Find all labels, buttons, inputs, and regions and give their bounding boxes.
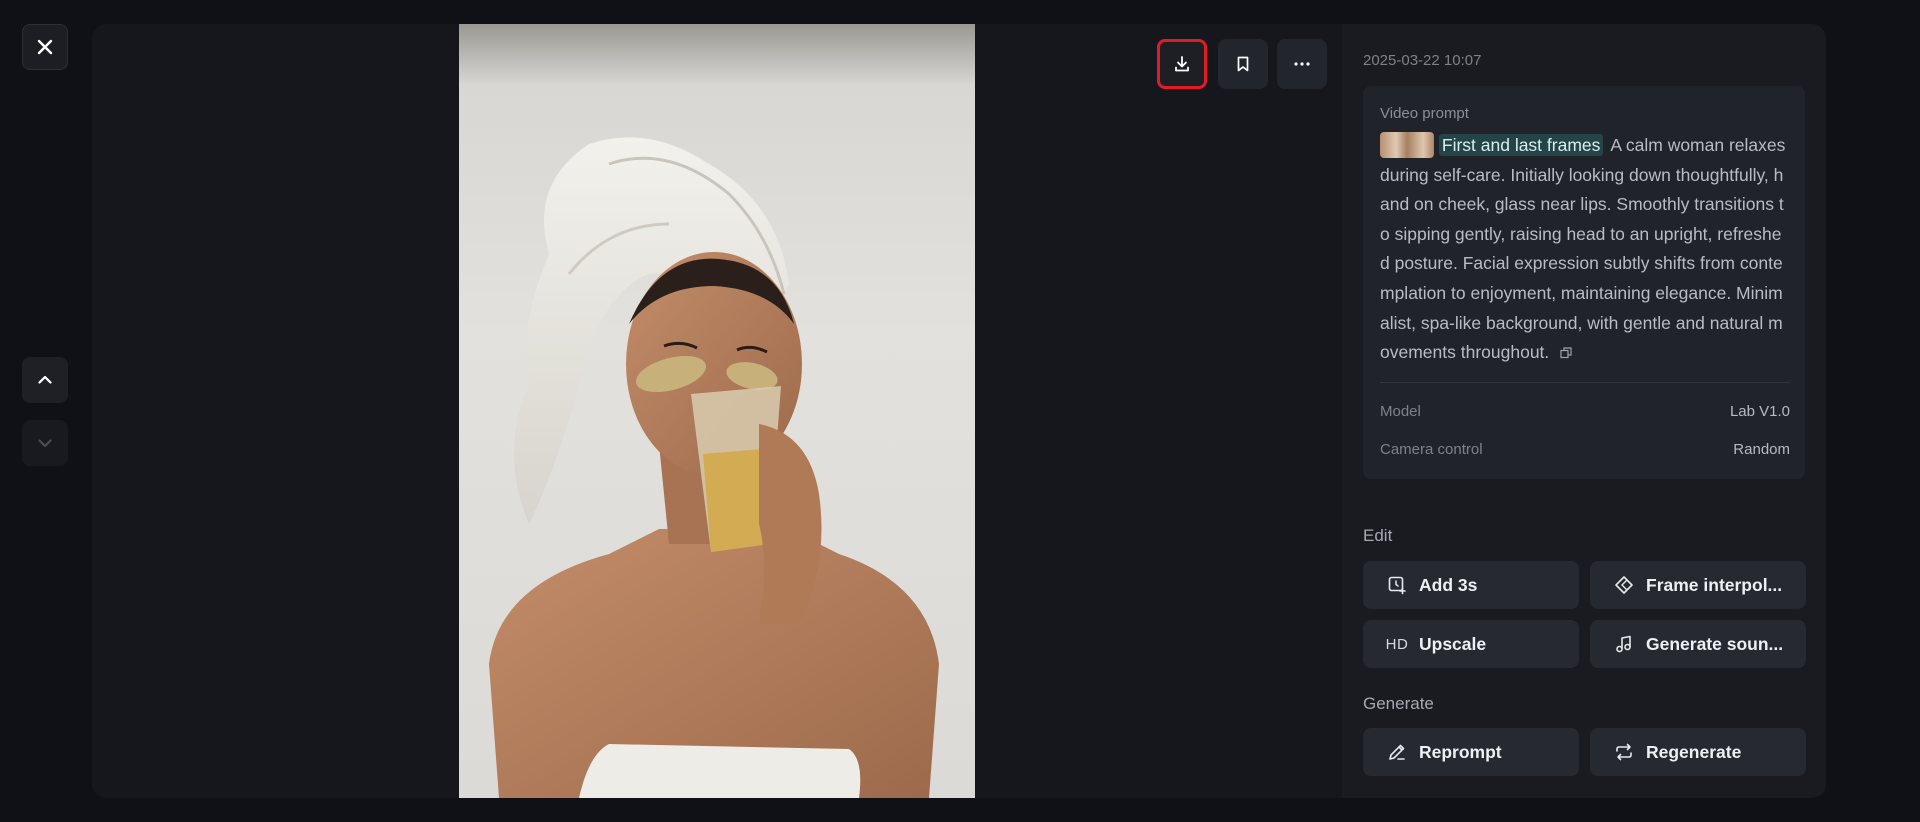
bookmark-icon xyxy=(1237,56,1249,72)
download-icon xyxy=(1175,56,1189,72)
regenerate-button[interactable]: Regenerate xyxy=(1590,728,1806,776)
button-label: Regenerate xyxy=(1646,741,1742,762)
divider xyxy=(1380,382,1790,383)
chevron-up-icon xyxy=(38,375,52,384)
add-3s-button[interactable]: Add 3s xyxy=(1363,561,1579,609)
frame-thumbnails[interactable] xyxy=(1380,132,1434,158)
meta-value: Random xyxy=(1733,441,1790,458)
prompt-text: A calm woman relaxes during self-care. I… xyxy=(1380,135,1786,363)
prompt-text-block: First and last frames A calm woman relax… xyxy=(1380,131,1790,368)
meta-value: Lab V1.0 xyxy=(1729,403,1790,420)
more-options-button[interactable] xyxy=(1277,39,1327,89)
prompt-card: Video prompt First and last frames A cal… xyxy=(1363,86,1805,479)
edit-section-title: Edit xyxy=(1363,526,1393,545)
meta-key: Model xyxy=(1380,403,1421,420)
video-preview-image xyxy=(489,137,939,798)
diamond-icon xyxy=(1614,575,1634,595)
button-label: Upscale xyxy=(1419,633,1487,654)
timestamp: 2025-03-22 10:07 xyxy=(1363,52,1482,69)
meta-row-model: Model Lab V1.0 xyxy=(1380,403,1790,420)
first-last-frames-tag[interactable]: First and last frames xyxy=(1438,134,1604,156)
prompt-label: Video prompt xyxy=(1380,105,1469,122)
meta-key: Camera control xyxy=(1380,441,1483,458)
music-note-icon xyxy=(1614,634,1634,654)
chevron-down-icon xyxy=(38,439,52,448)
add-time-icon xyxy=(1387,575,1407,595)
generated-video-frame[interactable] xyxy=(459,24,975,798)
frame-interpolation-button[interactable]: Frame interpol... xyxy=(1590,561,1806,609)
details-panel: 2025-03-22 10:07 Video prompt First and … xyxy=(1342,24,1826,798)
generate-section-title: Generate xyxy=(1363,694,1434,713)
button-label: Add 3s xyxy=(1419,574,1478,595)
close-icon xyxy=(37,39,53,55)
pencil-icon xyxy=(1387,742,1407,762)
repeat-icon xyxy=(1614,742,1634,762)
previous-button[interactable] xyxy=(22,357,68,403)
upscale-button[interactable]: HD Upscale xyxy=(1363,620,1579,668)
close-button[interactable] xyxy=(22,24,68,70)
meta-row-camera-control: Camera control Random xyxy=(1380,441,1790,458)
copy-icon[interactable] xyxy=(1560,347,1572,359)
next-button[interactable] xyxy=(22,420,68,466)
bookmark-button[interactable] xyxy=(1218,39,1268,89)
button-label: Reprompt xyxy=(1419,741,1502,762)
button-label: Generate soun... xyxy=(1646,633,1784,654)
generate-sound-button[interactable]: Generate soun... xyxy=(1590,620,1806,668)
download-button[interactable] xyxy=(1157,39,1207,89)
more-icon xyxy=(1294,62,1310,66)
hd-icon: HD xyxy=(1385,635,1409,653)
button-label: Frame interpol... xyxy=(1646,574,1783,595)
reprompt-button[interactable]: Reprompt xyxy=(1363,728,1579,776)
